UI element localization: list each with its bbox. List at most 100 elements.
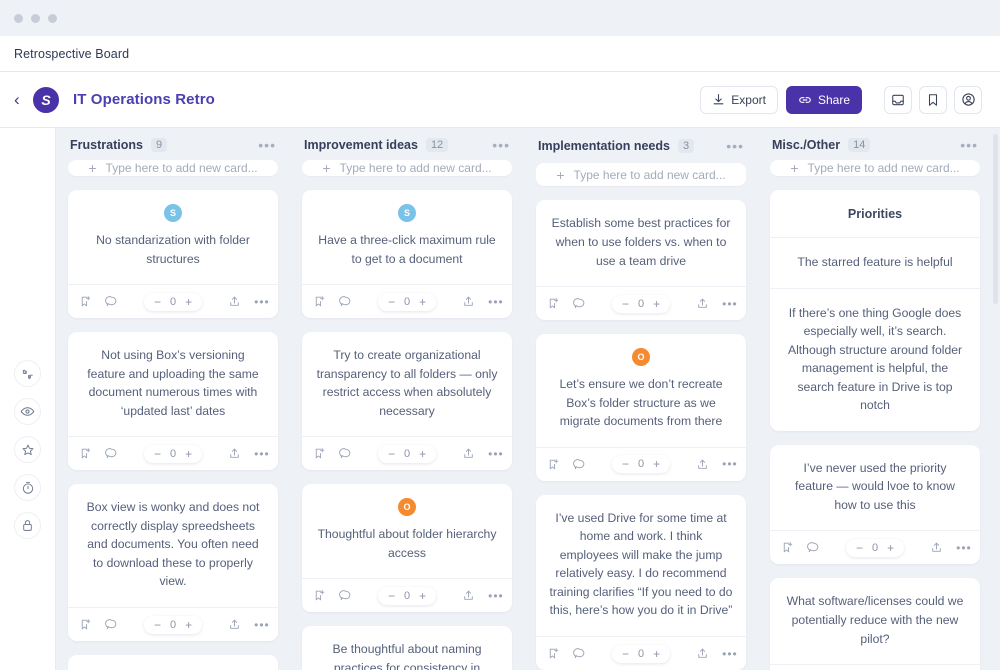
group-item[interactable]: The starred feature is helpful xyxy=(770,238,980,289)
card[interactable]: Be thoughtful about naming practices for… xyxy=(302,626,512,670)
share-button[interactable]: Share xyxy=(786,86,862,114)
vote-decrement-button[interactable]: − xyxy=(622,457,629,471)
share-upload-icon[interactable] xyxy=(930,541,943,554)
export-button[interactable]: Export xyxy=(700,86,778,114)
lock-icon[interactable] xyxy=(14,512,41,539)
card-more-button[interactable]: ••• xyxy=(722,301,738,307)
vote-increment-button[interactable]: + xyxy=(419,295,426,309)
card[interactable]: Not using Box’s versioning feature and u… xyxy=(68,332,278,470)
vote-increment-button[interactable]: + xyxy=(185,618,192,632)
card[interactable]: OThoughtful about folder hierarchy acces… xyxy=(302,484,512,612)
column-more-button[interactable]: ••• xyxy=(492,141,510,149)
add-note-icon[interactable] xyxy=(313,447,326,460)
add-note-icon[interactable] xyxy=(547,297,560,310)
card[interactable]: SHave a three-click maximum rule to get … xyxy=(302,190,512,318)
share-upload-icon[interactable] xyxy=(228,295,241,308)
timer-icon[interactable] xyxy=(14,474,41,501)
vote-increment-button[interactable]: + xyxy=(887,541,894,555)
comment-icon[interactable] xyxy=(573,458,586,471)
browser-tab-title[interactable]: Retrospective Board xyxy=(14,47,129,61)
window-maximize-dot[interactable] xyxy=(48,14,57,23)
card[interactable]: I’ve never used the priority feature — w… xyxy=(770,445,980,565)
vote-increment-button[interactable]: + xyxy=(419,589,426,603)
eye-icon[interactable] xyxy=(14,398,41,425)
share-upload-icon[interactable] xyxy=(696,297,709,310)
add-note-icon[interactable] xyxy=(313,589,326,602)
share-upload-icon[interactable] xyxy=(462,295,475,308)
vote-decrement-button[interactable]: − xyxy=(856,541,863,555)
vote-decrement-button[interactable]: − xyxy=(388,295,395,309)
inbox-icon[interactable] xyxy=(884,86,912,114)
window-close-dot[interactable] xyxy=(14,14,23,23)
bookmark-icon[interactable] xyxy=(919,86,947,114)
vote-counter[interactable]: −0+ xyxy=(612,645,670,663)
add-card-input[interactable]: +Type here to add new card... xyxy=(302,160,512,176)
comment-icon[interactable] xyxy=(339,447,352,460)
add-card-input[interactable]: +Type here to add new card... xyxy=(68,160,278,176)
column-more-button[interactable]: ••• xyxy=(726,142,744,150)
comment-icon[interactable] xyxy=(807,541,820,554)
card-more-button[interactable]: ••• xyxy=(254,622,270,628)
add-card-input[interactable]: +Type here to add new card... xyxy=(536,163,746,186)
vote-increment-button[interactable]: + xyxy=(185,447,192,461)
vote-counter[interactable]: −0+ xyxy=(144,293,202,311)
star-icon[interactable] xyxy=(14,436,41,463)
share-upload-icon[interactable] xyxy=(462,589,475,602)
share-upload-icon[interactable] xyxy=(696,647,709,660)
vote-decrement-button[interactable]: − xyxy=(154,295,161,309)
vote-decrement-button[interactable]: − xyxy=(622,647,629,661)
vote-counter[interactable]: −0+ xyxy=(612,295,670,313)
comment-icon[interactable] xyxy=(105,295,118,308)
comment-icon[interactable] xyxy=(105,618,118,631)
vote-counter[interactable]: −0+ xyxy=(378,445,436,463)
card[interactable]: OLet’s ensure we don’t recreate Box’s fo… xyxy=(536,334,746,481)
card[interactable]: I’ve used Drive for some time at home an… xyxy=(536,495,746,670)
share-upload-icon[interactable] xyxy=(696,458,709,471)
card-more-button[interactable]: ••• xyxy=(254,299,270,305)
add-note-icon[interactable] xyxy=(79,295,92,308)
vote-hands-icon[interactable] xyxy=(14,360,41,387)
board-columns[interactable]: Frustrations9•••+Type here to add new ca… xyxy=(56,128,1000,670)
share-upload-icon[interactable] xyxy=(228,447,241,460)
add-card-input[interactable]: +Type here to add new card... xyxy=(770,160,980,176)
add-note-icon[interactable] xyxy=(547,647,560,660)
card-more-button[interactable]: ••• xyxy=(956,545,972,551)
group-item[interactable]: If there’s one thing Google does especia… xyxy=(770,289,980,431)
share-upload-icon[interactable] xyxy=(228,618,241,631)
vote-counter[interactable]: −0+ xyxy=(144,616,202,634)
card-more-button[interactable]: ••• xyxy=(254,451,270,457)
vote-decrement-button[interactable]: − xyxy=(154,447,161,461)
column-more-button[interactable]: ••• xyxy=(258,141,276,149)
card[interactable]: What software/licenses could we potentia… xyxy=(770,578,980,670)
card[interactable]: Box view is wonky and does not correctly… xyxy=(68,484,278,641)
vote-counter[interactable]: −0+ xyxy=(612,455,670,473)
card[interactable]: Try to create organizational transparenc… xyxy=(302,332,512,470)
vote-increment-button[interactable]: + xyxy=(419,447,426,461)
comment-icon[interactable] xyxy=(339,295,352,308)
card[interactable]: One in-one-out editing restrictions.−0+•… xyxy=(68,655,278,670)
account-icon[interactable] xyxy=(954,86,982,114)
vote-decrement-button[interactable]: − xyxy=(622,297,629,311)
column-more-button[interactable]: ••• xyxy=(960,141,978,149)
vote-increment-button[interactable]: + xyxy=(653,457,660,471)
vote-decrement-button[interactable]: − xyxy=(388,447,395,461)
vote-increment-button[interactable]: + xyxy=(653,297,660,311)
vote-increment-button[interactable]: + xyxy=(185,295,192,309)
chevron-left-icon[interactable]: ‹ xyxy=(14,90,30,110)
comment-icon[interactable] xyxy=(105,447,118,460)
card-more-button[interactable]: ••• xyxy=(722,461,738,467)
add-note-icon[interactable] xyxy=(781,541,794,554)
vote-decrement-button[interactable]: − xyxy=(388,589,395,603)
share-upload-icon[interactable] xyxy=(462,447,475,460)
comment-icon[interactable] xyxy=(573,647,586,660)
card[interactable]: SNo standarization with folder structure… xyxy=(68,190,278,318)
add-note-icon[interactable] xyxy=(547,458,560,471)
card-more-button[interactable]: ••• xyxy=(488,299,504,305)
vote-decrement-button[interactable]: − xyxy=(154,618,161,632)
vote-counter[interactable]: −0+ xyxy=(378,587,436,605)
add-note-icon[interactable] xyxy=(79,618,92,631)
card-more-button[interactable]: ••• xyxy=(488,593,504,599)
grouped-card[interactable]: PrioritiesThe starred feature is helpful… xyxy=(770,190,980,431)
vote-increment-button[interactable]: + xyxy=(653,647,660,661)
card-more-button[interactable]: ••• xyxy=(488,451,504,457)
